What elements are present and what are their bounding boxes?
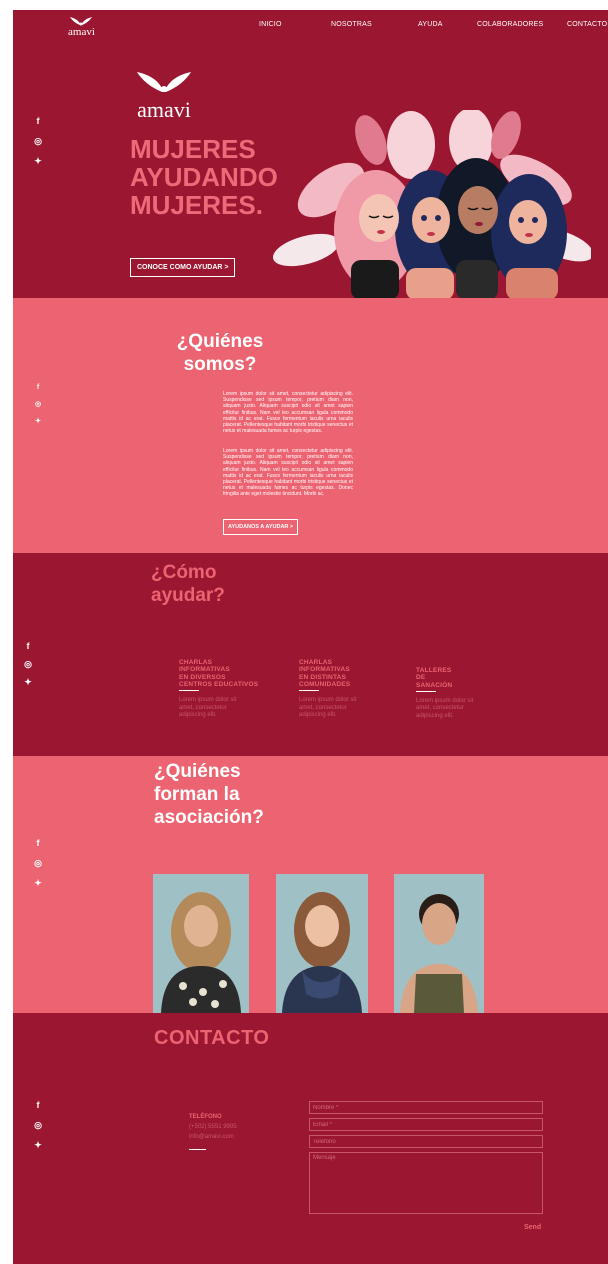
hero-section: amavi INICIO NOSOTRAS AYUDA COLABORADORE… — [13, 10, 608, 298]
help-title-line: ¿Cómo — [151, 562, 217, 583]
twitter-icon[interactable]: ✦ — [33, 416, 43, 426]
help-item-title-line: COMUNIDADES — [299, 680, 351, 688]
social-links: f ◎ ✦ — [33, 382, 43, 426]
help-item-title: TALLERES DE SANACIÓN — [416, 667, 514, 689]
member-photo — [276, 874, 368, 1013]
instagram-icon[interactable]: ◎ — [23, 659, 33, 669]
help-item-title-line: CHARLAS — [179, 659, 213, 666]
twitter-icon[interactable]: ✦ — [23, 677, 33, 687]
help-item-text: Lorem ipsum dolor sit amet, consectetur … — [416, 698, 514, 721]
nav-ayuda[interactable]: AYUDA — [418, 21, 443, 28]
help-item-title-line: INFORMATIVAS — [299, 666, 350, 674]
hero-logo-text: amavi — [137, 97, 191, 122]
help-item-text-line: amet, consectetur — [299, 704, 347, 711]
twitter-icon[interactable]: ✦ — [33, 878, 43, 888]
header-logo-text: amavi — [68, 26, 95, 38]
help-item-text-line: adipiscing elit. — [179, 712, 217, 719]
team-title-line: ¿Quiénes — [154, 761, 241, 782]
ayudanos-a-ayudar-button[interactable]: AYUDANOS A AYUDAR > — [223, 519, 299, 535]
about-title: ¿Quiénes somos? — [170, 330, 270, 376]
help-item-charlas-centros: CHARLAS INFORMATIVAS EN DIVERSOS CENTROS… — [179, 659, 277, 720]
help-item-title-line: TALLERES — [416, 667, 452, 674]
help-item-text: Lorem ipsum dolor sit amet, consectetur … — [179, 697, 277, 720]
help-item-text-line: amet, consectetur — [179, 704, 227, 711]
message-field[interactable] — [309, 1152, 543, 1214]
conoce-como-ayudar-button[interactable]: CONOCE COMO AYUDAR > — [130, 258, 236, 277]
email-value[interactable]: info@amavi.com — [189, 1132, 237, 1142]
about-title-line: somos? — [183, 354, 257, 375]
social-links: f ◎ ✦ — [33, 838, 43, 888]
facebook-icon[interactable]: f — [33, 838, 43, 848]
nav-nosotras[interactable]: NOSOTRAS — [331, 21, 372, 28]
help-item-title-line: SANACIÓN — [416, 681, 453, 689]
name-field[interactable] — [309, 1101, 543, 1114]
help-item-talleres: TALLERES DE SANACIÓN Lorem ipsum dolor s… — [416, 667, 514, 720]
facebook-icon[interactable]: f — [33, 116, 43, 126]
team-section: f ◎ ✦ ¿Quiénes forman la asociación? — [13, 756, 608, 1013]
social-links: f ◎ ✦ — [33, 1100, 43, 1150]
header-logo[interactable]: amavi — [68, 16, 95, 38]
nav-colaboradores[interactable]: COLABORADORES — [477, 21, 543, 28]
facebook-icon[interactable]: f — [23, 641, 33, 651]
help-item-title-line: EN DISTINTAS — [299, 673, 347, 681]
phone-value: (+502) 5551 9995 — [189, 1124, 237, 1130]
team-title-line: forman la — [154, 784, 240, 805]
help-section: f ◎ ✦ ¿Cómo ayudar? CHARLAS INFORMATIVAS… — [13, 553, 608, 756]
email-field[interactable] — [309, 1118, 543, 1131]
women-illustration — [272, 110, 591, 298]
contact-title: CONTACTO — [154, 1027, 270, 1049]
nav-inicio[interactable]: INICIO — [259, 21, 282, 28]
help-item-text: Lorem ipsum dolor sit amet, consectetur … — [299, 697, 397, 720]
about-section: f ◎ ✦ ¿Quiénes somos? Lorem ipsum dolor … — [13, 298, 608, 553]
facebook-icon[interactable]: f — [33, 382, 43, 392]
social-links: f ◎ ✦ — [23, 641, 33, 687]
about-title-line: ¿Quiénes — [176, 331, 264, 352]
divider — [416, 690, 436, 692]
twitter-icon[interactable]: ✦ — [33, 156, 43, 166]
about-paragraph-1: Lorem ipsum dolor sit amet, consectetur … — [223, 391, 353, 435]
contact-info: TELÉFONO (+502) 5551 9995 info@amavi.com — [189, 1112, 237, 1150]
help-item-title-line: CHARLAS — [299, 659, 333, 666]
wings-icon — [137, 72, 191, 92]
help-item-charlas-comunidades: CHARLAS INFORMATIVAS EN DISTINTAS COMUNI… — [299, 659, 397, 720]
help-item-text-line: adipiscing elit. — [299, 712, 337, 719]
phone-label: TELÉFONO — [189, 1114, 222, 1120]
help-item-title-line: INFORMATIVAS — [179, 666, 230, 674]
help-item-title-line: DE — [416, 674, 426, 682]
nav-contacto[interactable]: CONTACTO — [567, 21, 607, 28]
social-links: f ◎ ✦ — [33, 116, 43, 166]
team-title-line: asociación? — [154, 807, 264, 828]
page: amavi INICIO NOSOTRAS AYUDA COLABORADORE… — [13, 10, 608, 1264]
divider — [179, 690, 199, 692]
help-item-title-line: EN DIVERSOS — [179, 673, 226, 681]
hero-logo: amavi — [130, 70, 198, 121]
divider — [189, 1149, 206, 1150]
instagram-icon[interactable]: ◎ — [33, 1120, 43, 1130]
instagram-icon[interactable]: ◎ — [33, 136, 43, 146]
help-item-text-line: Lorem ipsum dolor sit — [416, 697, 474, 704]
help-item-text-line: Lorem ipsum dolor sit — [299, 697, 357, 704]
help-item-title: CHARLAS INFORMATIVAS EN DIVERSOS CENTROS… — [179, 659, 277, 688]
help-item-text-line: adipiscing elit. — [416, 712, 454, 719]
member-photo — [153, 874, 249, 1013]
divider — [299, 690, 319, 692]
send-button[interactable]: Send — [524, 1224, 541, 1231]
contact-section: CONTACTO f ◎ ✦ TELÉFONO (+502) 5551 9995… — [13, 1013, 608, 1264]
instagram-icon[interactable]: ◎ — [33, 858, 43, 868]
help-item-title-line: CENTROS EDUCATIVOS — [179, 680, 259, 688]
member-photo — [394, 874, 484, 1013]
team-title: ¿Quiénes forman la asociación? — [154, 760, 264, 829]
about-paragraph-2: Lorem ipsum dolor sit amet, consectetur … — [223, 448, 353, 498]
help-item-title: CHARLAS INFORMATIVAS EN DISTINTAS COMUNI… — [299, 659, 397, 688]
help-title: ¿Cómo ayudar? — [151, 561, 225, 607]
help-item-text-line: Lorem ipsum dolor sit — [179, 697, 237, 704]
twitter-icon[interactable]: ✦ — [33, 1140, 43, 1150]
phone-field[interactable] — [309, 1135, 543, 1148]
help-item-text-line: amet, consectetur — [416, 705, 464, 712]
help-title-line: ayudar? — [151, 585, 225, 606]
instagram-icon[interactable]: ◎ — [33, 399, 43, 409]
facebook-icon[interactable]: f — [33, 1100, 43, 1110]
